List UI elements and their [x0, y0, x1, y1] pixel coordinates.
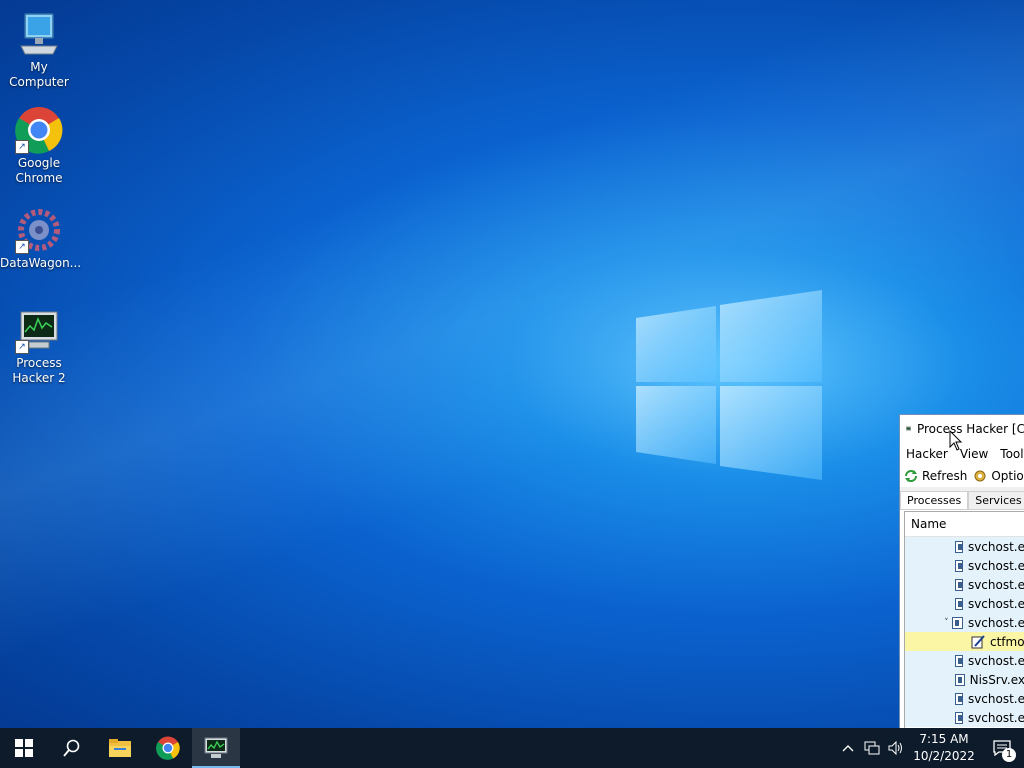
taskbar-clock[interactable]: 7:15 AM 10/2/2022 — [908, 731, 980, 765]
process-hacker-icon — [204, 737, 228, 758]
menu-view[interactable]: View — [954, 447, 994, 461]
refresh-button[interactable]: Refresh — [904, 469, 967, 483]
process-hacker-icon — [906, 426, 911, 431]
gear-icon — [974, 470, 986, 482]
taskbar-google-chrome[interactable] — [144, 728, 192, 768]
chevron-down-icon[interactable]: ˅ — [941, 618, 952, 628]
process-row[interactable]: svchost.e — [905, 537, 1024, 556]
tab-services[interactable]: Services — [968, 491, 1024, 509]
taskbar: 7:15 AM 10/2/2022 1 — [0, 728, 1024, 768]
taskbar-process-hacker[interactable] — [192, 728, 240, 768]
process-row[interactable]: svchost.e — [905, 594, 1024, 613]
desktop-icon-my-computer[interactable]: My Computer — [0, 10, 78, 90]
tab-processes[interactable]: Processes — [900, 491, 969, 509]
desktop-icon-google-chrome[interactable]: ↗ Google Chrome — [0, 106, 78, 186]
desktop: My Computer ↗ Google Chrome ↗ DataWagon.… — [0, 0, 1024, 728]
desktop-icon-label: My Computer — [9, 60, 69, 89]
tab-strip: Processes Services N — [900, 487, 1024, 510]
process-name: svchost.e — [967, 539, 1024, 554]
chrome-icon — [156, 736, 180, 760]
process-hacker-window[interactable]: Process Hacker [C Hacker View Tools Refr… — [899, 414, 1024, 728]
chrome-icon: ↗ — [15, 106, 63, 154]
process-name: NisSrv.ex — [969, 672, 1024, 687]
windows-start-icon — [15, 739, 33, 757]
refresh-icon — [905, 470, 917, 482]
process-icon — [955, 578, 963, 591]
window-titlebar[interactable]: Process Hacker [C — [900, 415, 1024, 443]
shortcut-arrow-icon: ↗ — [15, 140, 29, 154]
search-icon — [63, 739, 80, 757]
system-tray: 7:15 AM 10/2/2022 1 — [836, 728, 1024, 768]
process-icon — [951, 616, 963, 629]
clock-time: 7:15 AM — [919, 732, 969, 746]
process-row[interactable]: svchost.e — [905, 575, 1024, 594]
search-button[interactable] — [48, 728, 96, 768]
process-row[interactable]: svchost.e — [905, 689, 1024, 708]
process-icon — [955, 711, 963, 724]
menu-hacker[interactable]: Hacker — [900, 447, 954, 461]
options-label: Optio — [991, 469, 1024, 483]
datawagon-icon: ↗ — [15, 206, 63, 254]
window-title: Process Hacker [C — [916, 422, 1024, 436]
options-button[interactable]: Optio — [973, 469, 1024, 483]
desktop-icon-label: DataWagon... — [0, 256, 82, 270]
process-icon — [955, 692, 963, 705]
column-header-name[interactable]: Name — [905, 512, 1024, 537]
ctfmon-icon — [971, 634, 985, 649]
process-icon — [955, 597, 963, 610]
menu-tools[interactable]: Tools — [994, 447, 1024, 461]
process-name: svchost.e — [967, 710, 1024, 725]
speaker-icon[interactable] — [884, 728, 908, 768]
computer-icon — [15, 10, 63, 58]
process-hacker-icon: ↗ — [15, 306, 63, 354]
desktop-icon-label: Process Hacker 2 — [12, 356, 66, 385]
process-row[interactable]: NisSrv.ex — [905, 670, 1024, 689]
toolbar: Refresh Optio — [900, 465, 1024, 487]
process-row[interactable]: svchost.e — [905, 651, 1024, 670]
menu-bar: Hacker View Tools — [900, 443, 1024, 465]
action-center-button[interactable]: 1 — [980, 728, 1024, 768]
process-row[interactable]: svchost.e — [905, 556, 1024, 575]
desktop-icon-process-hacker[interactable]: ↗ Process Hacker 2 — [0, 306, 78, 386]
process-list[interactable]: Name svchost.e svchost.e svchost.e svcho… — [904, 511, 1024, 728]
wallpaper-light-beam — [0, 0, 1024, 728]
process-icon — [955, 654, 963, 667]
windows-logo-wallpaper — [636, 290, 822, 480]
process-name: svchost.e — [967, 615, 1024, 630]
process-icon — [955, 540, 963, 553]
shortcut-arrow-icon: ↗ — [15, 240, 29, 254]
process-row[interactable]: ˅ svchost.e — [905, 613, 1024, 632]
process-name: svchost.e — [967, 558, 1024, 573]
taskbar-file-explorer[interactable] — [96, 728, 144, 768]
process-name: ctfmo — [990, 634, 1024, 649]
process-icon — [955, 559, 963, 572]
process-name: svchost.e — [967, 596, 1024, 611]
process-name: svchost.e — [967, 577, 1024, 592]
refresh-label: Refresh — [922, 469, 968, 483]
shortcut-arrow-icon: ↗ — [15, 340, 29, 354]
process-row[interactable]: ctfmo — [905, 632, 1024, 651]
network-icon[interactable] — [860, 728, 884, 768]
desktop-icon-datawagon[interactable]: ↗ DataWagon... — [0, 206, 82, 271]
process-row[interactable]: svchost.e — [905, 708, 1024, 727]
desktop-icon-label: Google Chrome — [15, 156, 63, 185]
notification-count-badge: 1 — [1002, 748, 1016, 762]
start-button[interactable] — [0, 728, 48, 768]
process-icon — [955, 673, 965, 686]
process-name: svchost.e — [967, 691, 1024, 706]
clock-date: 10/2/2022 — [913, 749, 975, 763]
chevron-up-icon[interactable] — [836, 728, 860, 768]
folder-icon — [109, 739, 131, 757]
process-name: svchost.e — [967, 653, 1024, 668]
